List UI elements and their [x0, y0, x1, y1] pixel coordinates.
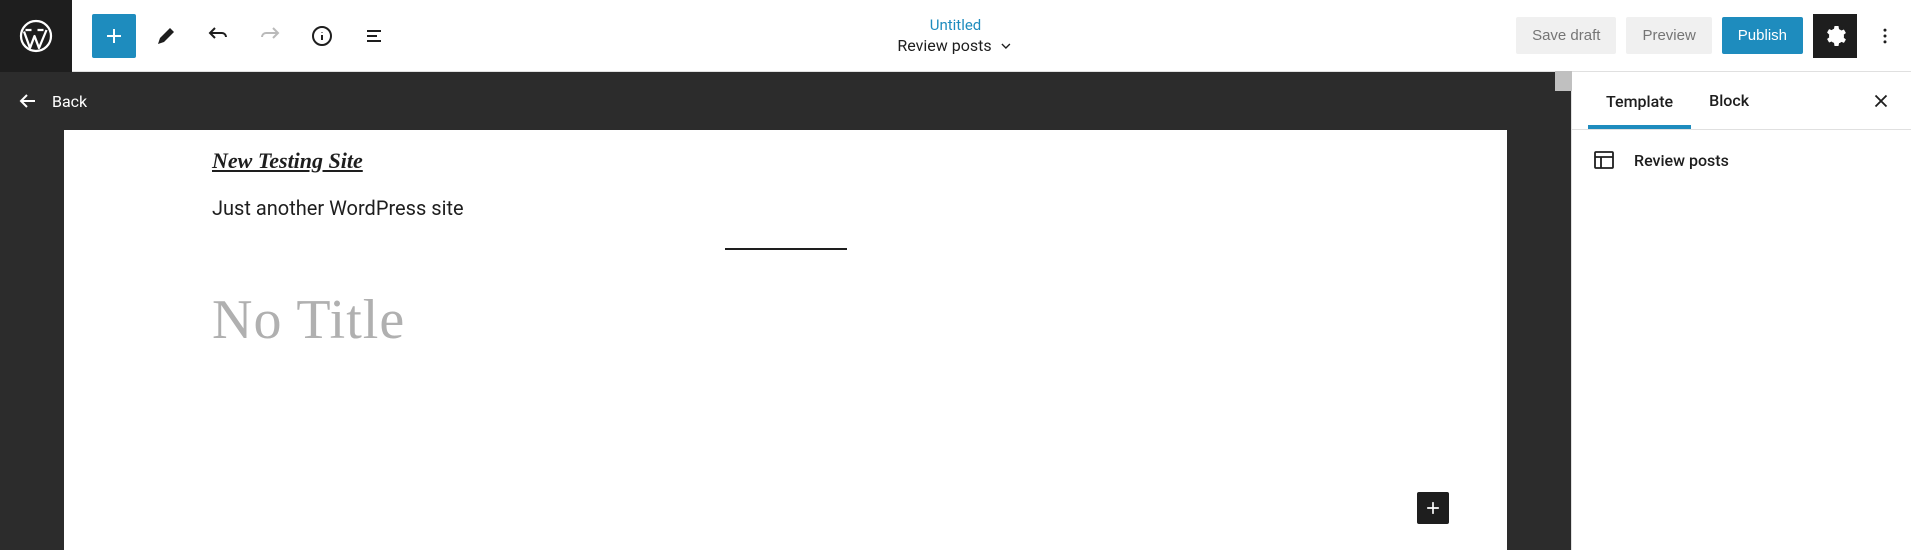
layout-icon	[1592, 148, 1616, 172]
details-button[interactable]	[300, 14, 344, 58]
undo-button[interactable]	[196, 14, 240, 58]
list-view-button[interactable]	[352, 14, 396, 58]
site-title-block[interactable]: New Testing Site	[212, 148, 1359, 174]
gear-icon	[1823, 24, 1847, 48]
wordpress-logo[interactable]	[0, 0, 72, 72]
preview-button[interactable]: Preview	[1626, 17, 1711, 54]
tab-template[interactable]: Template	[1588, 74, 1691, 129]
close-sidebar-button[interactable]	[1863, 83, 1899, 119]
arrow-left-icon	[16, 89, 40, 113]
document-title-area[interactable]: Untitled Review posts	[897, 16, 1013, 55]
edit-tool-button[interactable]	[144, 14, 188, 58]
close-icon	[1870, 90, 1892, 112]
editor-canvas[interactable]: New Testing Site Just another WordPress …	[64, 130, 1507, 550]
tab-block[interactable]: Block	[1691, 73, 1767, 128]
settings-button[interactable]	[1813, 14, 1857, 58]
plus-icon	[1423, 498, 1443, 518]
document-template-name: Review posts	[897, 36, 991, 55]
separator-block[interactable]	[725, 248, 847, 250]
template-info-row[interactable]: Review posts	[1592, 148, 1891, 172]
back-button[interactable]: Back	[0, 72, 1571, 130]
template-name: Review posts	[1634, 151, 1729, 170]
document-title: Untitled	[897, 16, 1013, 34]
post-title-block[interactable]: No Title	[212, 288, 1359, 352]
redo-button[interactable]	[248, 14, 292, 58]
add-block-toggle[interactable]	[92, 14, 136, 58]
dots-vertical-icon	[1875, 26, 1895, 46]
site-tagline-block[interactable]: Just another WordPress site	[212, 196, 1359, 220]
more-options-button[interactable]	[1867, 14, 1903, 58]
save-draft-button[interactable]: Save draft	[1516, 17, 1616, 54]
chevron-down-icon	[998, 38, 1014, 54]
back-label: Back	[52, 92, 87, 111]
add-block-inline-button[interactable]	[1417, 492, 1449, 524]
publish-button[interactable]: Publish	[1722, 17, 1803, 54]
scrollbar[interactable]	[1555, 71, 1572, 91]
